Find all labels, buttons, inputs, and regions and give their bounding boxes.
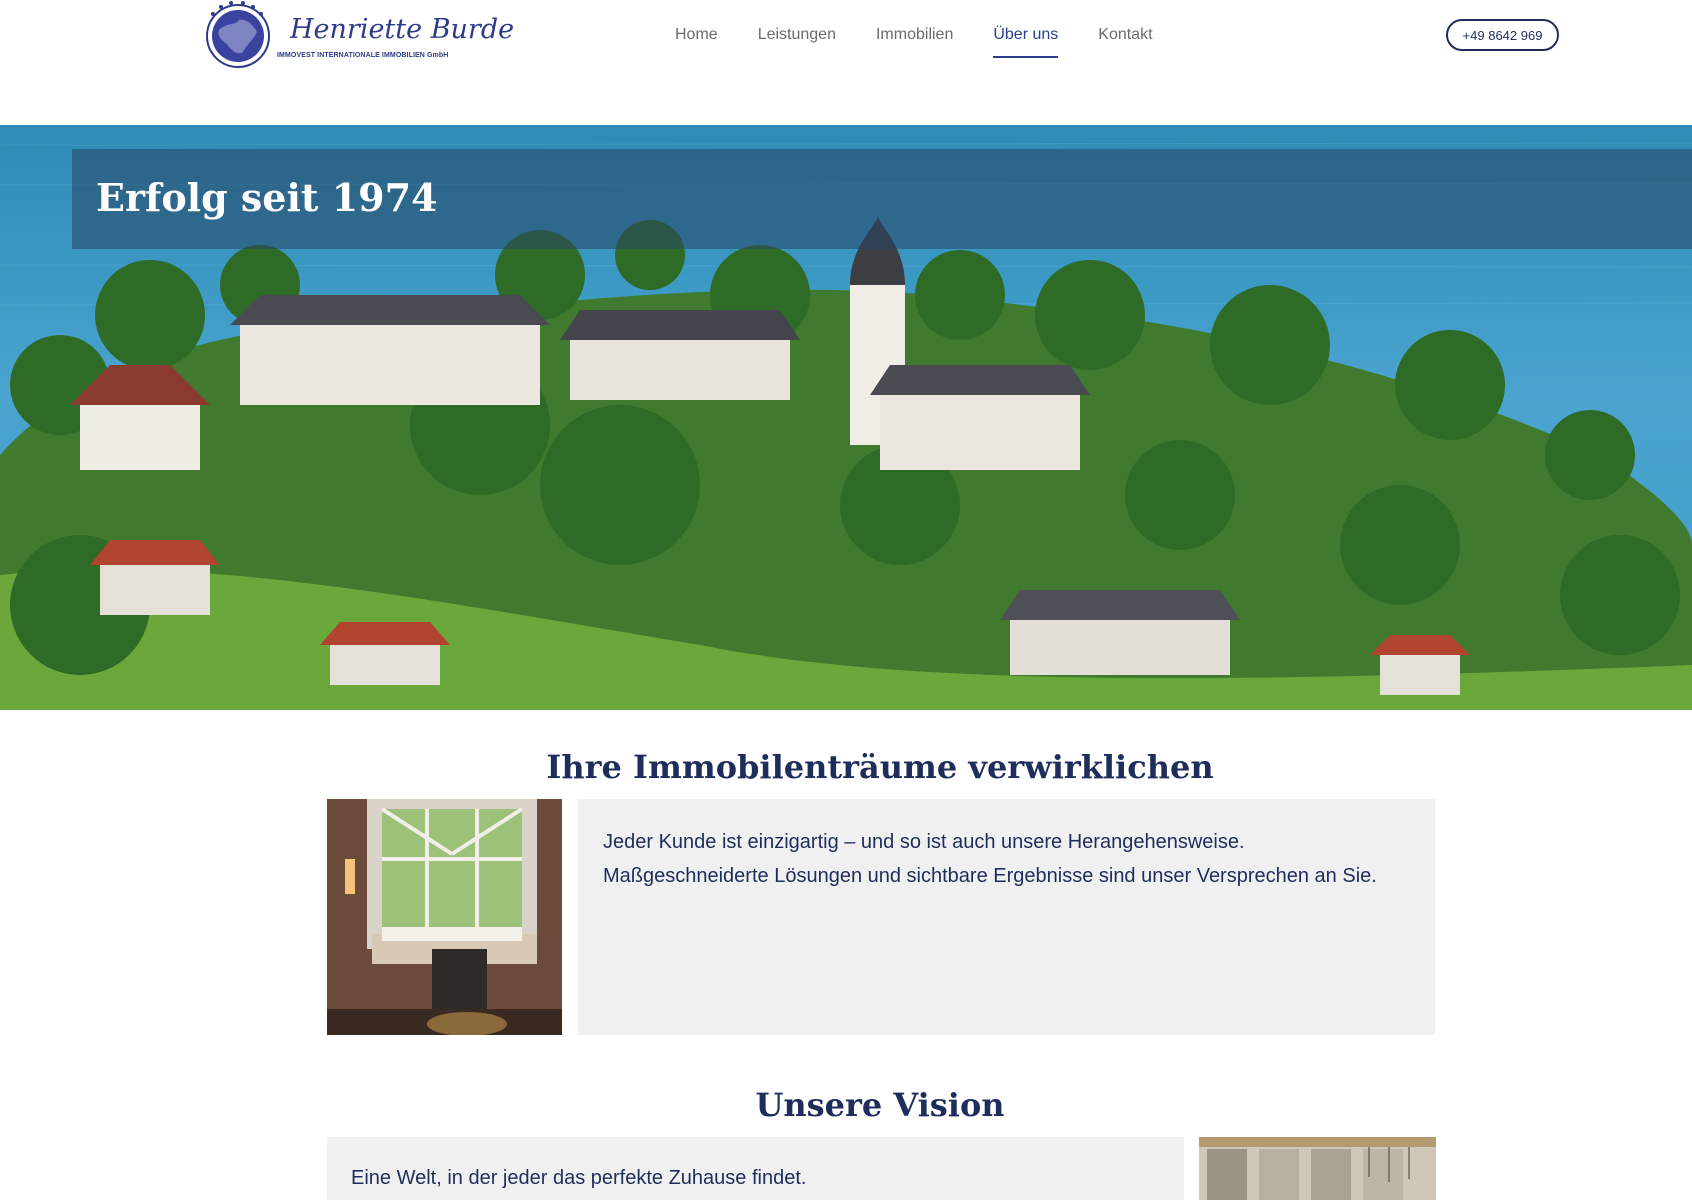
nav-item-home[interactable]: Home xyxy=(675,26,718,58)
interior-image xyxy=(1199,1137,1436,1200)
phone-button[interactable]: +49 8642 969 xyxy=(1446,19,1559,51)
text-card-vision: Eine Welt, in der jeder das perfekte Zuh… xyxy=(327,1137,1184,1200)
text-card-immobilientraeume: Jeder Kunde ist einzigartig – und so ist… xyxy=(578,799,1435,1035)
nav-item-immobilien[interactable]: Immobilien xyxy=(876,26,953,58)
nav-item-kontakt[interactable]: Kontakt xyxy=(1098,26,1152,58)
globe-logo-icon xyxy=(206,1,270,68)
hero-title: Erfolg seit 1974 xyxy=(96,175,438,220)
main-navigation: Home Leistungen Immobilien Über uns Kont… xyxy=(675,26,1193,58)
logo-company-name: IMMOVEST INTERNATIONALE IMMOBILIEN GmbH xyxy=(277,52,449,59)
nav-item-leistungen[interactable]: Leistungen xyxy=(758,26,836,58)
company-logo[interactable]: Henriette Burde IMMOVEST INTERNATIONALE … xyxy=(203,0,514,72)
section-title-immobilientraeume: Ihre Immobilenträume verwirklichen xyxy=(546,748,1214,786)
vision-text-line-1: Eine Welt, in der jeder das perfekte Zuh… xyxy=(351,1167,807,1189)
nav-item-ueber-uns[interactable]: Über uns xyxy=(993,26,1058,58)
logo-script-name: Henriette Burde xyxy=(290,14,515,45)
site-header: Henriette Burde IMMOVEST INTERNATIONALE … xyxy=(0,0,1692,125)
bathroom-photo xyxy=(327,799,562,1035)
hero-image: Erfolg seit 1974 xyxy=(0,125,1692,710)
interior-photo xyxy=(1199,1137,1436,1200)
text-line-1: Jeder Kunde ist einzigartig – und so ist… xyxy=(603,831,1245,853)
bathroom-image xyxy=(327,799,562,1035)
text-line-2: Maßgeschneiderte Lösungen und sichtbare … xyxy=(603,865,1377,887)
section-title-vision: Unsere Vision xyxy=(755,1086,1005,1124)
hero-banner: Erfolg seit 1974 xyxy=(72,149,1692,249)
